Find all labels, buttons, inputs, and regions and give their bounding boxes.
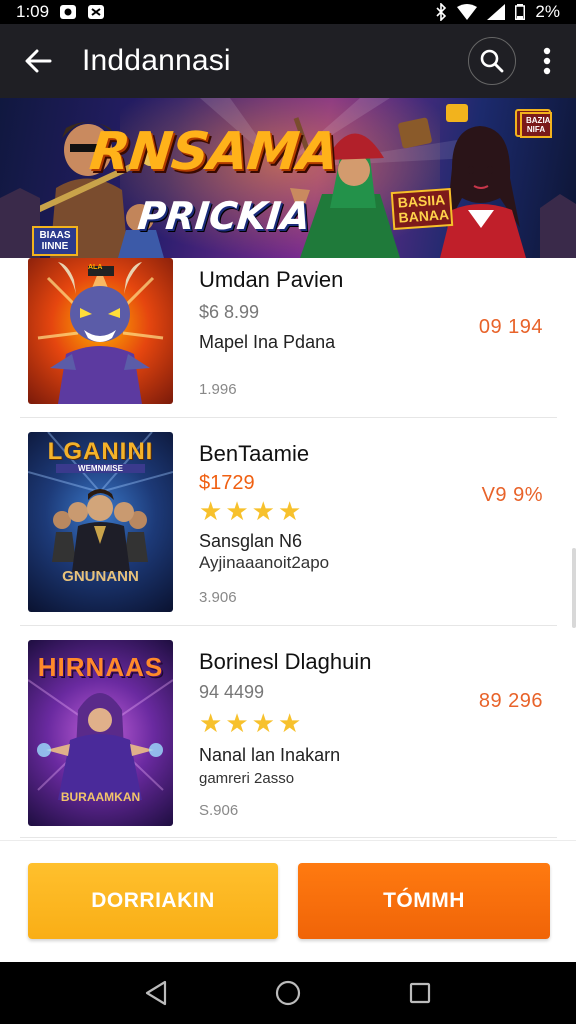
- banner-badge-left: BIAAS IINNE: [32, 226, 78, 256]
- list-item[interactable]: HIRNAAS BURAAMKAN Borinesl Dlaghuin 94 4…: [20, 626, 557, 838]
- secondary-action-button[interactable]: DORRIAKIN: [28, 863, 278, 939]
- banner-subtitle: PRICKIA: [135, 194, 313, 238]
- star-icon: ★: [251, 708, 275, 738]
- rating-stars: ★ ★ ★ ★: [199, 498, 301, 524]
- item-right-value: V9 9%: [481, 484, 543, 506]
- item-right-value: 09 194: [478, 316, 543, 338]
- list-item[interactable]: LGANINI WEMNMISE GNUNANN BenTaamie $1729…: [20, 418, 557, 626]
- status-left: 1:09: [16, 2, 105, 22]
- battery-icon: [515, 4, 526, 20]
- thumb-top: WEMNMISE: [56, 464, 145, 473]
- list-item[interactable]: ALA Umdan Pavien $6 8.99 Mapel Ina Pdana…: [20, 258, 557, 418]
- bluetooth-icon: [435, 3, 447, 21]
- item-meta: 1.996: [199, 381, 237, 398]
- item-description: Sansglan N6: [199, 531, 303, 551]
- item-description-2: gamreri 2asso: [199, 770, 295, 787]
- star-icon: ★: [199, 496, 223, 526]
- triangle-back-icon: [145, 980, 167, 1006]
- item-meta: 3.906: [199, 589, 237, 606]
- nav-recents-button[interactable]: [396, 969, 444, 1017]
- back-button[interactable]: [14, 37, 62, 85]
- thumb-subtitle: GNUNANN: [62, 568, 139, 585]
- nav-home-button[interactable]: [264, 969, 312, 1017]
- app-notification-icon: [87, 4, 105, 20]
- item-description: Nanal lan Inakarn: [199, 745, 341, 765]
- item-description-2: Ayjinaaanoit2apo: [199, 553, 330, 572]
- star-icon: ★: [277, 496, 302, 526]
- more-vert-icon: [543, 47, 551, 75]
- item-price: $1729: [199, 472, 255, 494]
- app-bar: Inddannasi: [0, 24, 576, 98]
- star-icon: ★: [277, 708, 302, 738]
- page-title: Inddannasi: [82, 44, 231, 77]
- more-options-button[interactable]: [532, 37, 562, 85]
- rating-stars: ★ ★ ★ ★: [199, 710, 301, 736]
- star-icon: ★: [225, 496, 249, 526]
- item-right-value: 89 296: [478, 690, 543, 712]
- promo-banner[interactable]: RNSAMA PRICKIA BIAAS IINNE BASIIA BANAA …: [0, 98, 576, 258]
- item-description: Mapel Ina Pdana: [199, 332, 336, 352]
- game-thumbnail: LGANINI WEMNMISE GNUNANN: [28, 432, 173, 612]
- thumb-label: ALA: [88, 264, 103, 271]
- star-icon: ★: [225, 708, 249, 738]
- game-list: ALA Umdan Pavien $6 8.99 Mapel Ina Pdana…: [0, 258, 576, 840]
- thumb-title: HIRNAAS: [37, 652, 164, 682]
- item-title: Umdan Pavien: [199, 267, 344, 292]
- circle-home-icon: [275, 980, 301, 1006]
- status-bar: 1:09 2%: [0, 0, 576, 24]
- search-icon: [480, 49, 504, 73]
- notification-icon: [59, 4, 77, 20]
- action-bar: DORRIAKIN TÓMMH: [0, 840, 576, 962]
- banner-badge-top-right: BAZIA NIFA: [520, 112, 552, 138]
- scrollbar[interactable]: [572, 548, 576, 628]
- system-nav-bar: [0, 962, 576, 1024]
- thumb-title: LGANINI: [47, 438, 154, 465]
- wifi-icon: [457, 4, 478, 20]
- game-thumbnail: HIRNAAS BURAAMKAN: [28, 640, 173, 826]
- status-right: 2%: [435, 2, 560, 22]
- status-time: 1:09: [16, 2, 50, 21]
- item-meta: S.906: [199, 802, 239, 819]
- item-title: Borinesl Dlaghuin: [199, 649, 372, 674]
- star-icon: ★: [199, 708, 223, 738]
- banner-badge-right: BASIIA BANAA: [390, 187, 454, 231]
- square-recents-icon: [409, 982, 431, 1004]
- star-icon: ★: [251, 496, 275, 526]
- arrow-back-icon: [25, 49, 52, 73]
- item-title: BenTaamie: [199, 441, 310, 466]
- search-button[interactable]: [468, 37, 516, 85]
- banner-title: RNSAMA: [86, 122, 341, 182]
- thumb-subtitle: BURAAMKAN: [60, 790, 141, 804]
- signal-icon: [487, 4, 506, 20]
- item-price: $6 8.99: [199, 302, 260, 322]
- game-thumbnail: ALA: [28, 258, 173, 404]
- primary-action-button[interactable]: TÓMMH: [298, 863, 550, 939]
- battery-percent: 2%: [535, 2, 560, 21]
- monster-artwork: [37, 262, 164, 404]
- nav-back-button[interactable]: [132, 969, 180, 1017]
- item-price: 94 4499: [199, 682, 265, 702]
